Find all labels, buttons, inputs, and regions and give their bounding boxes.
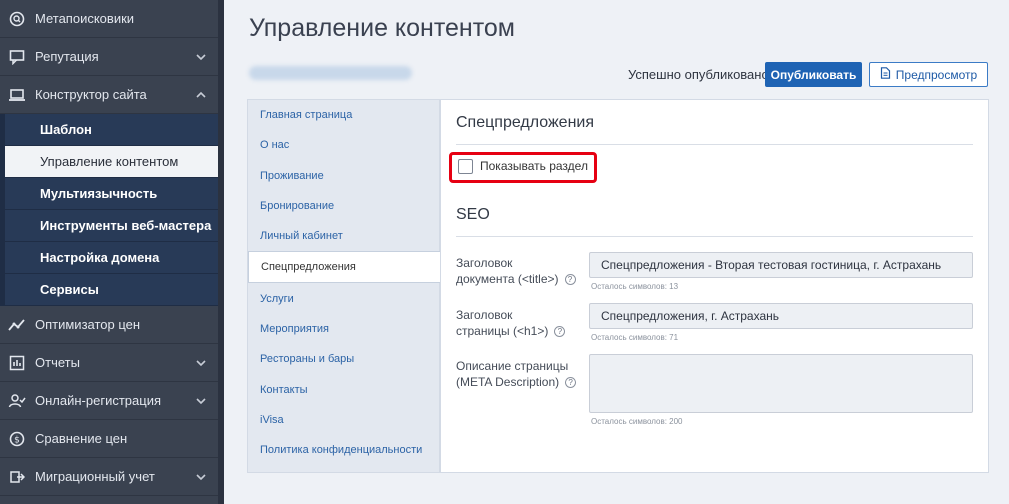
field-label-line: (META Description)	[456, 375, 560, 389]
sidebar-item-reputation[interactable]: Репутация	[0, 38, 218, 76]
preview-button[interactable]: Предпросмотр	[869, 62, 988, 87]
field-label-line: Заголовок	[456, 308, 513, 322]
sidebar-subitem-label: Управление контентом	[40, 154, 179, 169]
content-nav-item-privacy[interactable]: Политика конфиденциальности	[248, 435, 439, 465]
sidebar-item-label: Онлайн-регистрация	[35, 393, 162, 408]
sidebar-item-label: Миграционный учет	[35, 469, 155, 484]
char-counter: Осталось символов: 71	[591, 333, 679, 342]
help-icon[interactable]: ?	[565, 377, 577, 389]
sidebar-item-label: Отчеты	[35, 355, 80, 370]
content-nav-item-ivisa[interactable]: iVisa	[248, 405, 439, 435]
publish-button[interactable]: Опубликовать	[765, 62, 862, 87]
field-label-line: документа (<title>)	[456, 272, 559, 286]
metasearch-icon	[8, 10, 26, 28]
content-nav-item-contacts[interactable]: Контакты	[248, 374, 439, 404]
chevron-down-icon	[194, 356, 208, 370]
content-nav-item-special-offers[interactable]: Спецпредложения	[248, 251, 440, 284]
content-nav-item-home[interactable]: Главная страница	[248, 100, 439, 130]
sidebar-item-label: Оптимизатор цен	[35, 317, 141, 332]
chevron-down-icon	[194, 470, 208, 484]
sidebar-item-price-compare[interactable]: $ Сравнение цен	[0, 420, 218, 458]
blurred-site-url	[249, 66, 412, 80]
publish-button-label: Опубликовать	[770, 67, 857, 82]
char-counter: Осталось символов: 13	[591, 282, 679, 291]
help-icon[interactable]: ?	[554, 326, 566, 338]
sidebar-item-site-builder[interactable]: Конструктор сайта	[0, 76, 218, 114]
content-nav-item-restaurants[interactable]: Рестораны и бары	[248, 344, 439, 374]
preview-button-label: Предпросмотр	[895, 67, 978, 82]
sidebar-subitem-multilanguage[interactable]: Мультиязычность	[0, 178, 218, 210]
sidebar-item-price-optimizer[interactable]: Оптимизатор цен	[0, 306, 218, 344]
publish-status: Успешно опубликовано	[628, 67, 769, 82]
sidebar-item-metasearch[interactable]: Метапоисковики	[0, 0, 218, 38]
sidebar-subitem-label: Сервисы	[40, 282, 99, 297]
sidebar-item-label: Сравнение цен	[35, 431, 128, 446]
svg-text:$: $	[14, 435, 20, 445]
content-page-list: Главная страница О нас Проживание Бронир…	[247, 99, 440, 473]
section-editor-panel: Спецпредложения Показывать раздел SEO За…	[440, 99, 989, 473]
document-icon	[880, 67, 891, 82]
sidebar-subitem-label: Настройка домена	[40, 250, 160, 265]
show-section-checkbox[interactable]	[458, 159, 473, 174]
seo-heading: SEO	[456, 206, 490, 223]
page-title: Управление контентом	[249, 14, 515, 42]
sidebar-item-label: Метапоисковики	[35, 11, 135, 26]
sidebar-subitem-template[interactable]: Шаблон	[0, 114, 218, 146]
user-check-icon	[8, 392, 26, 410]
divider	[456, 144, 973, 145]
document-title-label: Заголовок документа (<title>)?	[456, 255, 576, 287]
divider	[456, 236, 973, 237]
sidebar-item-label: Репутация	[35, 49, 99, 64]
document-title-input[interactable]: Спецпредложения - Вторая тестовая гостин…	[589, 252, 973, 278]
page-heading-input[interactable]: Спецпредложения, г. Астрахань	[589, 303, 973, 329]
price-compare-icon: $	[8, 430, 26, 448]
sidebar-item-migration[interactable]: Миграционный учет	[0, 458, 218, 496]
field-label-line: Заголовок	[456, 256, 513, 270]
laptop-icon	[8, 86, 26, 104]
field-label-line: страницы (<h1>)	[456, 324, 549, 338]
sidebar-divider	[218, 0, 224, 504]
content-nav-item-account[interactable]: Личный кабинет	[248, 221, 439, 251]
page-heading-label: Заголовок страницы (<h1>)?	[456, 307, 566, 339]
migration-icon	[8, 468, 26, 486]
content-nav-item-booking[interactable]: Бронирование	[248, 191, 439, 221]
meta-description-textarea[interactable]	[589, 354, 973, 413]
chat-icon	[8, 48, 26, 66]
chevron-up-icon	[194, 88, 208, 102]
show-section-label[interactable]: Показывать раздел	[480, 159, 588, 173]
sidebar-subitem-services[interactable]: Сервисы	[0, 274, 218, 306]
help-icon[interactable]: ?	[564, 274, 576, 286]
chevron-down-icon	[194, 50, 208, 64]
content-nav-item-services[interactable]: Услуги	[248, 283, 439, 313]
sidebar-item-online-registration[interactable]: Онлайн-регистрация	[0, 382, 218, 420]
trend-icon	[8, 316, 26, 334]
field-label-line: Описание страницы	[456, 359, 569, 373]
char-counter: Осталось символов: 200	[591, 417, 683, 426]
report-icon	[8, 354, 26, 372]
chevron-down-icon	[194, 394, 208, 408]
content-nav-item-accommodation[interactable]: Проживание	[248, 161, 439, 191]
content-nav-item-events[interactable]: Мероприятия	[248, 314, 439, 344]
sidebar-subitem-webmaster-tools[interactable]: Инструменты веб-мастера	[0, 210, 218, 242]
sidebar-subitem-domain-settings[interactable]: Настройка домена	[0, 242, 218, 274]
sidebar-item-reports[interactable]: Отчеты	[0, 344, 218, 382]
sidebar-subitem-label: Инструменты веб-мастера	[40, 218, 212, 233]
meta-description-label: Описание страницы (META Description)?	[456, 358, 577, 390]
sidebar-subitem-content-management[interactable]: Управление контентом	[0, 146, 218, 178]
content-nav-item-about[interactable]: О нас	[248, 130, 439, 160]
sidebar-subitem-label: Шаблон	[40, 122, 92, 137]
sidebar-subitem-label: Мультиязычность	[40, 186, 158, 201]
sidebar-item-label: Конструктор сайта	[35, 87, 147, 102]
section-title: Спецпредложения	[456, 114, 594, 131]
sidebar: Метапоисковики Репутация Конструктор сай…	[0, 0, 218, 504]
